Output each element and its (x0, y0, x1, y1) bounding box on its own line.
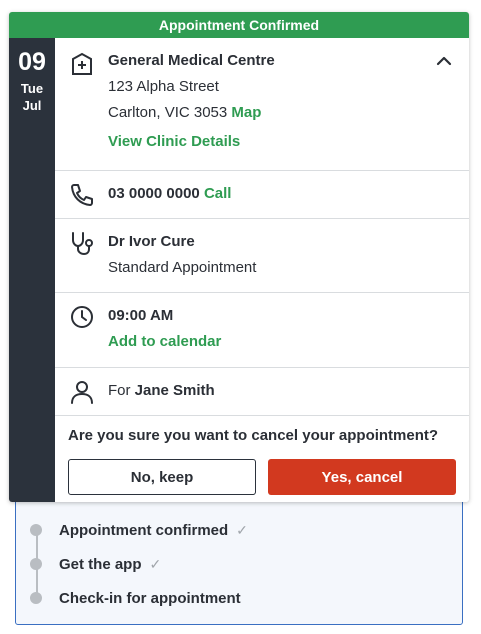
appointment-time: 09:00 AM (108, 307, 174, 324)
hospital-icon (68, 50, 96, 78)
doctor-name: Dr Ivor Cure (108, 233, 195, 250)
status-banner: Appointment Confirmed (9, 12, 469, 38)
yes-cancel-button[interactable]: Yes, cancel (268, 459, 456, 495)
phone-number: 03 0000 0000 (108, 185, 200, 202)
doctor-section: Dr Ivor Cure Standard Appointment (55, 219, 469, 293)
patient-prefix: For (108, 382, 131, 399)
check-icon: ✓ (149, 555, 162, 572)
date-month: Jul (22, 98, 42, 113)
clinic-section: General Medical Centre 123 Alpha Street … (55, 38, 469, 171)
cancel-question: Are you sure you want to cancel your app… (68, 427, 439, 444)
cancel-confirmation: Are you sure you want to cancel your app… (55, 415, 469, 502)
call-link[interactable]: Call (204, 185, 232, 202)
progress-steps-panel: Appointment confirmed ✓ Get the app ✓ Ch… (15, 490, 463, 625)
stethoscope-icon (68, 229, 96, 257)
appointment-details: General Medical Centre 123 Alpha Street … (55, 38, 469, 502)
step-label: Appointment confirmed (59, 521, 229, 539)
patient-name: Jane Smith (134, 382, 215, 399)
phone-icon (68, 181, 96, 209)
step-get-the-app: Get the app ✓ (30, 552, 161, 576)
phone-line: 03 0000 0000 Call (108, 181, 231, 207)
step-appointment-confirmed: Appointment confirmed ✓ (30, 518, 248, 542)
date-day: 09 (18, 48, 46, 76)
clinic-name: General Medical Centre (108, 52, 275, 69)
time-section: 09:00 AM Add to calendar (55, 293, 469, 368)
map-link[interactable]: Map (231, 104, 261, 121)
clinic-street: 123 Alpha Street (108, 78, 219, 95)
step-dot (30, 558, 42, 570)
step-label: Check-in for appointment (59, 589, 241, 607)
step-label: Get the app (59, 555, 142, 573)
appointment-card: Appointment Confirmed 09 Tue Jul General… (9, 12, 469, 502)
patient-section: For Jane Smith (55, 368, 469, 416)
date-weekday: Tue (20, 81, 44, 96)
date-sidebar: 09 Tue Jul (9, 38, 55, 502)
clock-icon (68, 303, 96, 331)
person-icon (68, 378, 96, 406)
clinic-suburb-line: Carlton, VIC 3053 Map (108, 100, 261, 126)
step-dot (30, 592, 42, 604)
chevron-up-icon[interactable] (435, 52, 453, 70)
clinic-suburb: Carlton, VIC 3053 (108, 104, 228, 121)
step-check-in: Check-in for appointment (30, 586, 241, 610)
check-icon: ✓ (236, 521, 248, 538)
patient-line: For Jane Smith (108, 378, 215, 404)
add-to-calendar-link[interactable]: Add to calendar (108, 329, 221, 355)
appointment-type: Standard Appointment (108, 259, 257, 276)
no-keep-button[interactable]: No, keep (68, 459, 256, 495)
view-clinic-details-link[interactable]: View Clinic Details (108, 129, 240, 155)
phone-section: 03 0000 0000 Call (55, 171, 469, 219)
step-dot (30, 524, 42, 536)
